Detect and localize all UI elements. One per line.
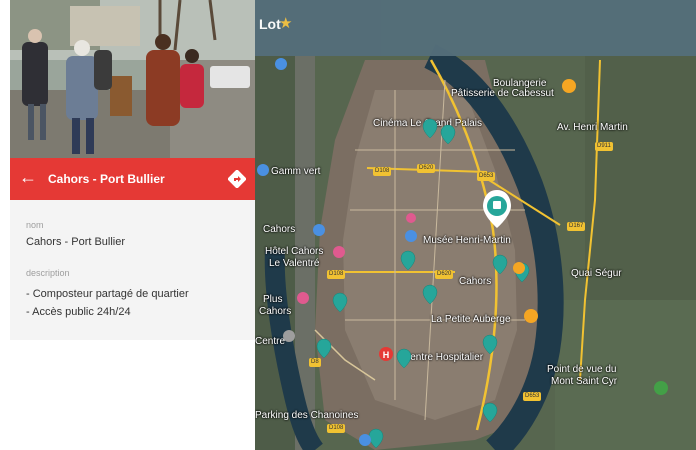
poi-marker: [283, 330, 295, 342]
poi-marker: [513, 262, 525, 274]
location-photo: [10, 0, 255, 158]
map-view[interactable]: Boulangerie Pâtisserie de Cabessut Cinéma …: [255, 0, 696, 450]
detail-panel: ← Cahors - Port Bullier nom Cahors - Por…: [10, 0, 255, 450]
compost-marker: [422, 118, 438, 139]
poi-marker: [359, 434, 371, 446]
selected-marker[interactable]: [483, 190, 511, 228]
compost-marker: [440, 124, 456, 145]
compost-marker: [396, 348, 412, 369]
poi-marker: [297, 292, 309, 304]
back-arrow-icon[interactable]: ←: [19, 167, 37, 187]
location-title: Cahors - Port Bullier: [48, 172, 165, 186]
compost-marker: [316, 338, 332, 359]
poi-marker: [406, 213, 416, 223]
poi-marker: [257, 164, 269, 176]
field-label-description: description: [26, 268, 70, 278]
hospital-marker: H: [379, 347, 393, 361]
poi-marker: [524, 309, 538, 323]
field-label-nom: nom: [26, 220, 44, 230]
compost-marker: [492, 254, 508, 275]
compost-marker: [482, 334, 498, 355]
poi-marker: [275, 58, 287, 70]
compost-marker: [368, 428, 384, 449]
left-edge: [0, 0, 10, 450]
details-section: nom Cahors - Port Bullier description - …: [10, 200, 255, 340]
field-value-nom: Cahors - Port Bullier: [26, 236, 126, 248]
poi-marker: [562, 79, 576, 93]
compost-marker: [400, 250, 416, 271]
field-value-description: - Composteur partagé de quartier: [26, 288, 189, 300]
directions-icon[interactable]: [228, 170, 246, 188]
svg-text:H: H: [383, 350, 390, 360]
compost-marker: [422, 284, 438, 305]
poi-marker: [313, 224, 325, 236]
poi-marker: [333, 246, 345, 258]
map-markers: H: [257, 58, 668, 449]
poi-marker: [654, 381, 668, 395]
panel-header: ← Cahors - Port Bullier: [10, 158, 255, 200]
compost-marker: [332, 292, 348, 313]
poi-marker: [405, 230, 417, 242]
field-value-description-extra: - Accès public 24h/24: [26, 306, 131, 318]
compost-marker: [482, 402, 498, 423]
